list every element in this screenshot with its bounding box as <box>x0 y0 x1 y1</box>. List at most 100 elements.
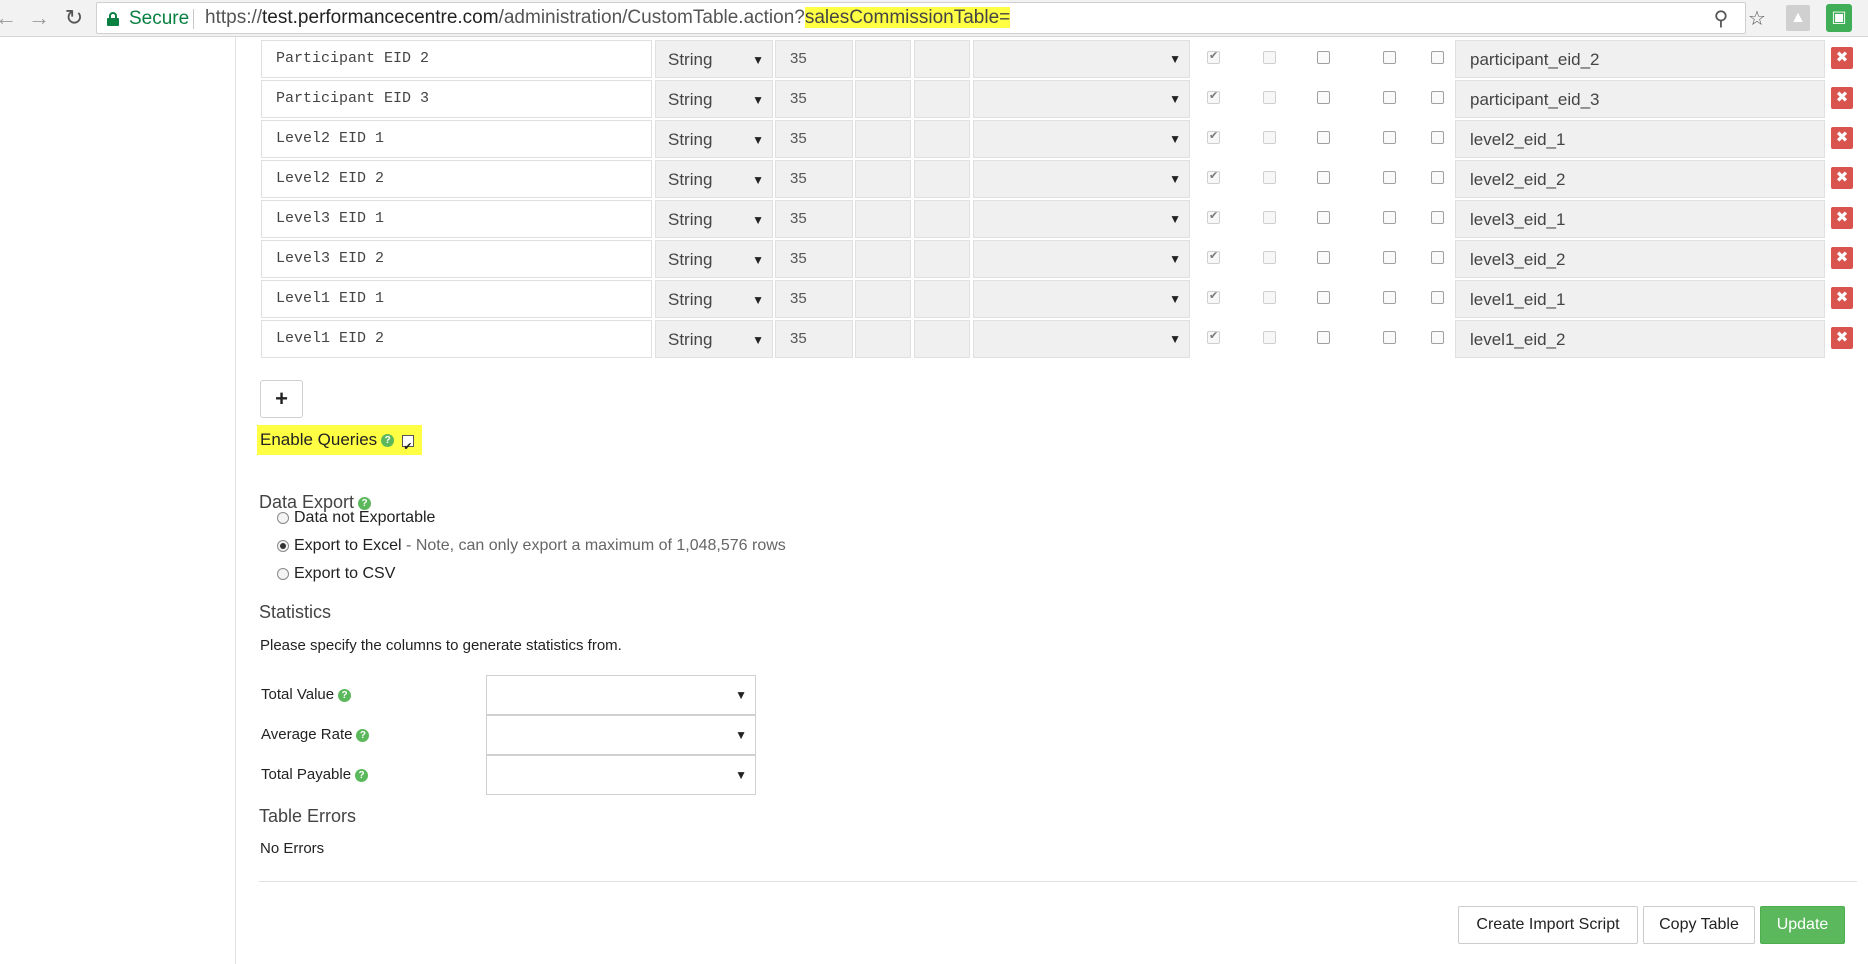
reload-icon[interactable]: ↻ <box>62 6 86 30</box>
column-type-select[interactable]: String ▼ <box>655 40 773 78</box>
column-option-select[interactable]: ▼ <box>973 40 1190 78</box>
export-option-not-exportable[interactable]: Data not Exportable <box>277 509 435 527</box>
add-column-button[interactable]: + <box>260 380 303 418</box>
average-rate-select[interactable]: ▼ <box>486 715 756 755</box>
column-checkbox-5[interactable] <box>1431 91 1444 104</box>
column-type-select[interactable]: String ▼ <box>655 240 773 278</box>
column-extra-input-1[interactable] <box>855 40 911 78</box>
enable-queries-checkbox[interactable] <box>402 432 415 462</box>
extension-icon[interactable]: ▣ <box>1826 4 1852 32</box>
column-extra-input-2[interactable] <box>914 80 970 118</box>
column-name-input[interactable]: Level1 EID 1 <box>261 280 652 318</box>
delete-icon[interactable]: ✖ <box>1831 167 1853 189</box>
column-extra-input-2[interactable] <box>914 280 970 318</box>
column-db-name-input[interactable]: participant_eid_2 <box>1455 40 1825 78</box>
delete-icon[interactable]: ✖ <box>1831 127 1853 149</box>
column-length-input[interactable]: 35 <box>775 40 853 78</box>
column-type-select[interactable]: String ▼ <box>655 80 773 118</box>
column-length-input[interactable]: 35 <box>775 200 853 238</box>
column-length-input[interactable]: 35 <box>775 320 853 358</box>
update-button[interactable]: Update <box>1760 906 1845 944</box>
column-db-name-input[interactable]: level3_eid_2 <box>1455 240 1825 278</box>
column-extra-input-2[interactable] <box>914 120 970 158</box>
column-checkbox-5[interactable] <box>1431 331 1444 344</box>
column-db-name-input[interactable]: level2_eid_2 <box>1455 160 1825 198</box>
column-checkbox-4[interactable] <box>1383 211 1396 224</box>
column-extra-input-1[interactable] <box>855 120 911 158</box>
column-option-select[interactable]: ▼ <box>973 80 1190 118</box>
delete-icon[interactable]: ✖ <box>1831 287 1853 309</box>
column-name-input[interactable]: Participant EID 3 <box>261 80 652 118</box>
column-name-input[interactable]: Level2 EID 2 <box>261 160 652 198</box>
help-icon[interactable]: ? <box>381 434 395 448</box>
delete-icon[interactable]: ✖ <box>1831 327 1853 349</box>
radio-excel[interactable] <box>277 539 289 552</box>
delete-icon[interactable]: ✖ <box>1831 247 1853 269</box>
column-checkbox-5[interactable] <box>1431 51 1444 64</box>
delete-icon[interactable]: ✖ <box>1831 87 1853 109</box>
star-icon[interactable]: ☆ <box>1745 7 1769 31</box>
total-payable-select[interactable]: ▼ <box>486 755 756 795</box>
column-name-input[interactable]: Level3 EID 1 <box>261 200 652 238</box>
column-checkbox-3[interactable] <box>1317 251 1330 264</box>
column-checkbox-3[interactable] <box>1317 91 1330 104</box>
column-checkbox-4[interactable] <box>1383 51 1396 64</box>
column-option-select[interactable]: ▼ <box>973 120 1190 158</box>
column-checkbox-4[interactable] <box>1383 91 1396 104</box>
column-name-input[interactable]: Level2 EID 1 <box>261 120 652 158</box>
column-length-input[interactable]: 35 <box>775 160 853 198</box>
column-db-name-input[interactable]: level1_eid_1 <box>1455 280 1825 318</box>
column-checkbox-4[interactable] <box>1383 291 1396 304</box>
column-db-name-input[interactable]: level1_eid_2 <box>1455 320 1825 358</box>
column-checkbox-3[interactable] <box>1317 51 1330 64</box>
column-type-select[interactable]: String ▼ <box>655 120 773 158</box>
export-option-csv[interactable]: Export to CSV <box>277 565 395 583</box>
column-type-select[interactable]: String ▼ <box>655 320 773 358</box>
column-checkbox-3[interactable] <box>1317 171 1330 184</box>
column-name-input[interactable]: Level3 EID 2 <box>261 240 652 278</box>
column-checkbox-3[interactable] <box>1317 211 1330 224</box>
column-db-name-input[interactable]: participant_eid_3 <box>1455 80 1825 118</box>
column-option-select[interactable]: ▼ <box>973 240 1190 278</box>
column-checkbox-5[interactable] <box>1431 131 1444 144</box>
column-option-select[interactable]: ▼ <box>973 280 1190 318</box>
column-extra-input-1[interactable] <box>855 280 911 318</box>
column-length-input[interactable]: 35 <box>775 120 853 158</box>
zoom-icon[interactable]: ⚲ <box>1709 7 1733 31</box>
delete-icon[interactable]: ✖ <box>1831 207 1853 229</box>
column-type-select[interactable]: String ▼ <box>655 280 773 318</box>
column-checkbox-4[interactable] <box>1383 331 1396 344</box>
radio-csv[interactable] <box>277 567 289 580</box>
column-extra-input-1[interactable] <box>855 240 911 278</box>
column-checkbox-4[interactable] <box>1383 131 1396 144</box>
column-extra-input-2[interactable] <box>914 200 970 238</box>
column-extra-input-2[interactable] <box>914 320 970 358</box>
column-extra-input-1[interactable] <box>855 320 911 358</box>
column-checkbox-3[interactable] <box>1317 131 1330 144</box>
column-extra-input-1[interactable] <box>855 160 911 198</box>
column-checkbox-5[interactable] <box>1431 171 1444 184</box>
column-checkbox-5[interactable] <box>1431 251 1444 264</box>
column-checkbox-3[interactable] <box>1317 331 1330 344</box>
column-name-input[interactable]: Level1 EID 2 <box>261 320 652 358</box>
copy-table-button[interactable]: Copy Table <box>1643 906 1755 944</box>
radio-not-exportable[interactable] <box>277 511 289 524</box>
column-extra-input-2[interactable] <box>914 160 970 198</box>
column-db-name-input[interactable]: level2_eid_1 <box>1455 120 1825 158</box>
help-icon[interactable]: ? <box>338 688 352 702</box>
column-length-input[interactable]: 35 <box>775 80 853 118</box>
column-option-select[interactable]: ▼ <box>973 200 1190 238</box>
column-db-name-input[interactable]: level3_eid_1 <box>1455 200 1825 238</box>
help-icon[interactable]: ? <box>355 768 369 782</box>
forward-icon[interactable]: → <box>27 6 51 30</box>
column-extra-input-2[interactable] <box>914 240 970 278</box>
column-checkbox-5[interactable] <box>1431 291 1444 304</box>
pdf-extension-icon[interactable]: ▲ <box>1786 5 1810 31</box>
column-type-select[interactable]: String ▼ <box>655 160 773 198</box>
column-checkbox-4[interactable] <box>1383 171 1396 184</box>
column-extra-input-2[interactable] <box>914 40 970 78</box>
back-icon[interactable]: ← <box>0 6 18 30</box>
delete-icon[interactable]: ✖ <box>1831 47 1853 69</box>
column-option-select[interactable]: ▼ <box>973 320 1190 358</box>
column-length-input[interactable]: 35 <box>775 240 853 278</box>
